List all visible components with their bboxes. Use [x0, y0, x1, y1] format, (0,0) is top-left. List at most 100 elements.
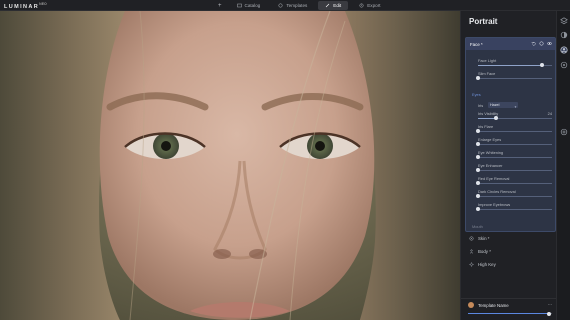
amount-knob[interactable]	[546, 311, 551, 316]
face-tool-header[interactable]: Face *	[466, 38, 555, 50]
iris-label: Iris	[478, 103, 484, 108]
eyes-section-label: Eyes	[472, 92, 481, 97]
group-body-label: Body *	[478, 248, 491, 254]
portrait-icon[interactable]	[560, 46, 568, 54]
slider-track[interactable]	[478, 63, 552, 67]
group-high-key[interactable]: High Key	[469, 259, 553, 269]
slider-label: Dark Circles Removal	[478, 189, 516, 194]
group-body[interactable]: Body *	[469, 246, 553, 256]
slider-red-eye-removal[interactable]: Red Eye Removal	[476, 176, 552, 186]
slider-slim-face[interactable]: Slim Face	[476, 71, 552, 81]
slider-knob[interactable]	[539, 63, 544, 67]
iris-row: Iris Hazel ▼	[478, 102, 552, 109]
slider-track[interactable]	[476, 181, 552, 185]
face-tool-actions	[531, 41, 552, 46]
slider-knob[interactable]	[476, 76, 480, 80]
more-icon[interactable]: ...	[548, 301, 552, 307]
photo-canvas[interactable]	[0, 11, 460, 320]
highkey-icon	[469, 261, 474, 267]
slider-label: Eye Enhancer	[478, 163, 503, 168]
slider-label: Face Light	[478, 58, 497, 63]
iris-value: Hazel	[490, 103, 500, 107]
nav-edit-label: Edit	[333, 3, 342, 8]
visibility-icon[interactable]	[547, 41, 552, 46]
slider-knob[interactable]	[493, 116, 498, 120]
slider-knob[interactable]	[476, 168, 480, 172]
slider-face-light[interactable]: Face Light	[478, 58, 552, 68]
slider-label: Enlarge Eyes	[478, 137, 502, 142]
slider-track[interactable]	[476, 142, 552, 146]
iris-select[interactable]: Hazel ▼	[488, 102, 518, 109]
main-nav: + Catalog Templates Edit Export	[214, 0, 388, 11]
group-skin-label: Skin *	[478, 235, 490, 241]
logo-version: NEO	[39, 2, 47, 6]
slider-label: Slim Face	[478, 71, 496, 76]
slider-track[interactable]	[476, 207, 552, 211]
slider-label: Red Eye Removal	[478, 176, 510, 181]
slider-track[interactable]	[476, 76, 552, 80]
slider-knob[interactable]	[476, 194, 480, 198]
nav-edit[interactable]: Edit	[318, 1, 349, 10]
chevron-down-icon: ▼	[514, 104, 517, 109]
panel-title: Portrait	[469, 17, 498, 26]
catalog-icon	[236, 3, 242, 8]
tool-category-strip	[556, 11, 570, 320]
slider-track[interactable]	[478, 116, 552, 120]
tools-panel: Portrait Face * Face Light Slim Face Eye…	[460, 11, 557, 320]
amount-fill	[468, 313, 549, 314]
slider-iris-visibility[interactable]: Iris Visibility 24	[478, 111, 552, 121]
nav-export-label: Export	[367, 3, 381, 8]
top-bar: LUMINARNEO + Catalog Templates Edit Expo…	[0, 0, 570, 11]
template-thumbnail[interactable]	[468, 302, 474, 308]
nav-catalog[interactable]: Catalog	[230, 1, 268, 10]
slider-enlarge-eyes[interactable]: Enlarge Eyes	[476, 137, 552, 147]
creative-icon[interactable]	[560, 61, 568, 69]
portrait-photo	[0, 11, 460, 320]
slider-track[interactable]	[476, 168, 552, 172]
slider-eye-whitening[interactable]: Eye Whitening	[476, 150, 552, 160]
mask-icon[interactable]	[539, 41, 544, 46]
add-button[interactable]: +	[214, 1, 226, 10]
template-bar: Template Name ...	[461, 298, 557, 320]
app-logo: LUMINARNEO	[4, 2, 47, 10]
slider-fill	[478, 64, 542, 66]
slider-iris-flare[interactable]: Iris Flare	[476, 124, 552, 134]
edit-icon	[326, 3, 330, 8]
face-tool-label: Face *	[470, 41, 483, 47]
template-amount-slider[interactable]	[468, 311, 552, 316]
slider-knob[interactable]	[476, 142, 480, 146]
slider-knob[interactable]	[476, 155, 480, 159]
slider-value: 24	[547, 111, 552, 116]
export-icon	[359, 3, 364, 8]
slider-knob[interactable]	[476, 181, 480, 185]
undo-icon[interactable]	[531, 41, 536, 46]
body-icon	[470, 249, 473, 254]
face-tool: Face * Face Light Slim Face Eyes Iris Ha…	[465, 37, 556, 232]
slider-track[interactable]	[476, 129, 552, 133]
slider-label: Iris Flare	[478, 124, 494, 129]
template-name[interactable]: Template Name	[478, 303, 509, 308]
nav-templates-label: Templates	[286, 3, 308, 8]
layers-icon[interactable]	[560, 17, 568, 25]
add-tool-icon[interactable]	[560, 128, 568, 136]
group-skin[interactable]: Skin *	[469, 233, 553, 243]
nav-export[interactable]: Export	[352, 1, 387, 10]
nav-templates[interactable]: Templates	[271, 1, 314, 10]
slider-track[interactable]	[476, 194, 552, 198]
essentials-icon[interactable]	[560, 31, 568, 39]
slider-improve-eyebrows[interactable]: Improve Eyebrows	[476, 202, 552, 212]
group-high-key-label: High Key	[478, 261, 496, 267]
slider-dark-circles-removal[interactable]: Dark Circles Removal	[476, 189, 552, 199]
slider-label: Eye Whitening	[478, 150, 504, 155]
nav-catalog-label: Catalog	[244, 3, 261, 8]
skin-icon	[469, 236, 474, 240]
logo-text: LUMINAR	[4, 3, 40, 10]
slider-knob[interactable]	[476, 129, 480, 133]
slider-eye-enhancer[interactable]: Eye Enhancer	[476, 163, 552, 173]
add-label: +	[218, 2, 222, 9]
slider-label: Improve Eyebrows	[478, 202, 511, 207]
mouth-section-label: Mouth	[472, 224, 483, 229]
slider-knob[interactable]	[476, 207, 480, 211]
slider-track[interactable]	[476, 155, 552, 159]
templates-icon	[278, 3, 283, 8]
